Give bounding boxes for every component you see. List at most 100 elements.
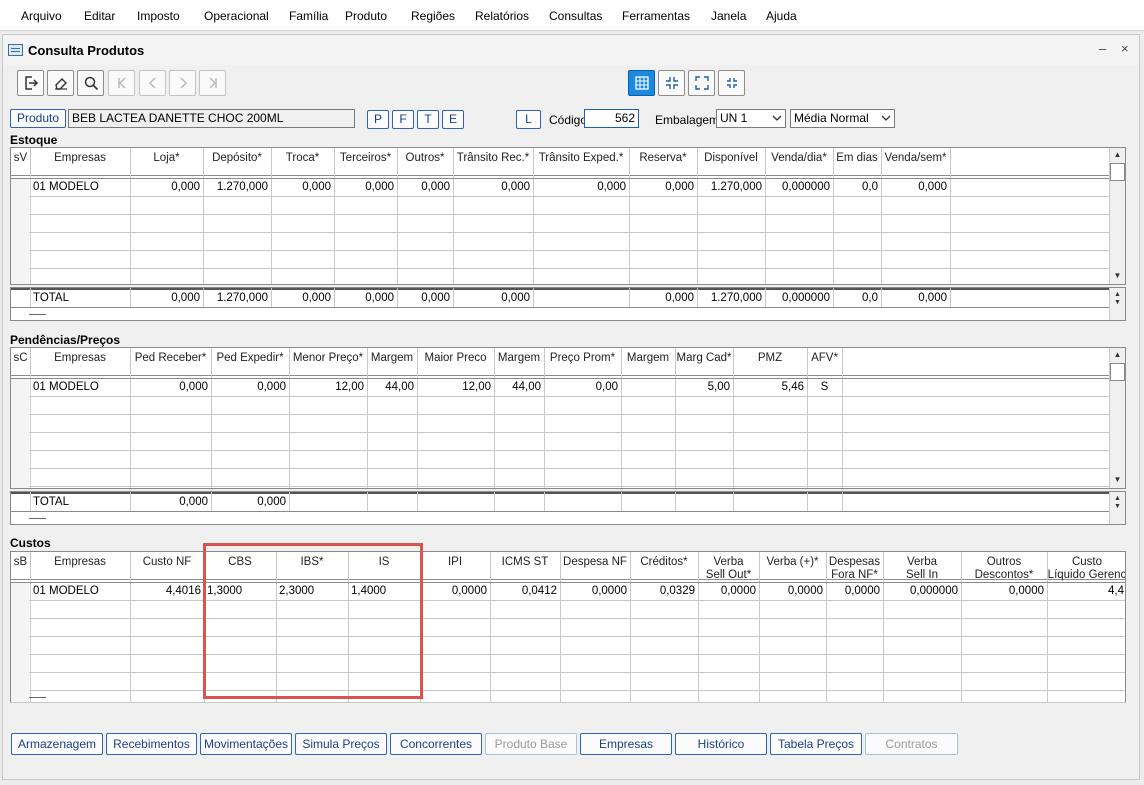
custos-column-header[interactable]: Verba (+)*	[759, 552, 826, 582]
custos-column-header[interactable]: Empresas	[30, 552, 130, 582]
collapse-button[interactable]	[658, 70, 685, 96]
pendencias-column-header[interactable]: PMZ	[733, 348, 807, 378]
menu-regioes[interactable]: Regiões	[411, 9, 455, 23]
bottom-button-armazenagem[interactable]: Armazenagem	[11, 733, 103, 755]
close-button[interactable]: ×	[1121, 41, 1129, 56]
scroll-down-icon[interactable]: ▼	[1110, 473, 1125, 487]
estoque-column-header[interactable]: Outros*	[397, 148, 453, 178]
pendencias-column-header[interactable]: sC	[11, 348, 30, 378]
menu-ajuda[interactable]: Ajuda	[766, 9, 797, 23]
estoque-column-header[interactable]: Empresas	[30, 148, 130, 178]
estoque-column-header[interactable]: Trânsito Rec.*	[453, 148, 533, 178]
scroll-thumb[interactable]	[1110, 163, 1125, 181]
bottom-button-simula-pre-os[interactable]: Simula Preços	[295, 733, 387, 755]
pendencias-column-header[interactable]: Preço Prom*	[544, 348, 621, 378]
menu-arquivo[interactable]: Arquivo	[21, 9, 62, 23]
menu-imposto[interactable]: Imposto	[137, 9, 180, 23]
next-page-button[interactable]	[169, 70, 196, 96]
pendencias-scrollbar[interactable]: ▲ ▼	[1109, 348, 1125, 488]
estoque-column-header[interactable]: Terceiros*	[334, 148, 397, 178]
bottom-button-empresas[interactable]: Empresas	[580, 733, 672, 755]
shrink-button[interactable]	[718, 70, 745, 96]
total-stepper[interactable]: ▲ ▼	[1109, 492, 1125, 524]
horizontal-scroll-indicator[interactable]	[29, 697, 46, 698]
search-button[interactable]	[77, 70, 104, 96]
estoque-column-header[interactable]: Loja*	[130, 148, 203, 178]
menu-ferramentas[interactable]: Ferramentas	[622, 9, 690, 23]
pendencias-column-header[interactable]: Empresas	[30, 348, 130, 378]
custos-column-header[interactable]: IPI	[420, 552, 490, 582]
horizontal-scroll-indicator[interactable]	[29, 314, 46, 315]
first-page-button[interactable]	[108, 70, 135, 96]
custos-column-header[interactable]: Despesa NF	[560, 552, 630, 582]
eraser-button[interactable]	[47, 70, 74, 96]
bottom-button-recebimentos[interactable]: Recebimentos	[106, 733, 197, 755]
custos-column-header[interactable]: Custo NF	[130, 552, 204, 582]
custos-column-header[interactable]: sB	[11, 552, 30, 582]
embalagem-select[interactable]: UN 1	[716, 109, 786, 128]
produto-button[interactable]: Produto	[10, 109, 66, 128]
scroll-up-icon[interactable]: ▲	[1110, 148, 1125, 162]
bottom-button-tabela-pre-os[interactable]: Tabela Preços	[770, 733, 862, 755]
table-row[interactable]: 01 MODELO 4,4016 1,3000 2,3000 1,4000 0,0000 0…	[11, 583, 1125, 601]
estoque-column-header[interactable]: Troca*	[271, 148, 334, 178]
custos-column-header[interactable]: Outros Descontos*	[961, 552, 1047, 582]
pendencias-column-header[interactable]: Marg Cad*	[675, 348, 733, 378]
menu-editar[interactable]: Editar	[84, 9, 115, 23]
menu-relatorios[interactable]: Relatórios	[475, 9, 529, 23]
bottom-button-contratos[interactable]: Contratos	[865, 733, 958, 755]
product-description-field[interactable]: BEB LACTEA DANETTE CHOC 200ML	[68, 109, 355, 128]
minimize-button[interactable]: –	[1099, 41, 1106, 56]
custos-grid[interactable]: sB Empresas Custo NF CBS IBS* IS IPI ICMS ST Des…	[10, 551, 1126, 703]
total-stepper[interactable]: ▲ ▼	[1109, 288, 1125, 320]
pendencias-column-header[interactable]: Margem	[494, 348, 544, 378]
bottom-button-concorrentes[interactable]: Concorrentes	[390, 733, 482, 755]
estoque-column-header[interactable]: Depósito*	[203, 148, 271, 178]
pendencias-column-header[interactable]: Ped Expedir*	[211, 348, 289, 378]
custos-column-header[interactable]: Custo Líquido Gerenc	[1047, 552, 1125, 582]
codigo-input[interactable]: 562	[584, 109, 639, 128]
custos-column-header[interactable]: ICMS ST	[490, 552, 560, 582]
exit-button[interactable]	[17, 70, 44, 96]
media-select[interactable]: Média Normal	[790, 109, 895, 128]
scroll-down-icon[interactable]: ▼	[1110, 269, 1125, 283]
menu-produto[interactable]: Produto	[345, 9, 387, 23]
horizontal-scroll-indicator[interactable]	[29, 518, 46, 519]
l-button[interactable]: L	[516, 110, 541, 129]
filter-t-button[interactable]: T	[417, 110, 439, 129]
table-row[interactable]: 01 MODELO 0,000 1.270,000 0,000 0,000 0,000 0,…	[11, 179, 1111, 197]
pendencias-column-header[interactable]: AFV*	[807, 348, 842, 378]
custos-column-header[interactable]: Verba Sell In	[883, 552, 961, 582]
pendencias-column-header[interactable]: Menor Preço*	[289, 348, 367, 378]
pendencias-column-header[interactable]: Ped Receber*	[130, 348, 211, 378]
menu-operacional[interactable]: Operacional	[204, 9, 269, 23]
bottom-button-hist-rico[interactable]: Histórico	[675, 733, 767, 755]
prev-page-button[interactable]	[139, 70, 166, 96]
table-row[interactable]: 01 MODELO 0,000 0,000 12,00 44,00 12,00 44,00 0…	[11, 379, 1111, 397]
custos-column-header[interactable]: Despesas Fora NF*	[826, 552, 883, 582]
estoque-column-header[interactable]: Venda/dia*	[765, 148, 833, 178]
estoque-column-header[interactable]: Venda/sem*	[881, 148, 950, 178]
pendencias-grid[interactable]: sC Empresas Ped Receber* Ped Expedir* Menor …	[10, 347, 1126, 489]
estoque-column-header[interactable]: Trânsito Exped.*	[533, 148, 629, 178]
estoque-grid[interactable]: sV Empresas Loja* Depósito* Troca* Terceiros*…	[10, 147, 1126, 285]
scroll-thumb[interactable]	[1110, 363, 1125, 381]
estoque-column-header[interactable]: Em dias	[833, 148, 881, 178]
last-page-button[interactable]	[199, 70, 226, 96]
pendencias-column-header[interactable]: Margem	[621, 348, 675, 378]
bottom-button-produto-base[interactable]: Produto Base	[485, 733, 577, 755]
filter-f-button[interactable]: F	[392, 110, 414, 129]
scroll-up-icon[interactable]: ▲	[1110, 348, 1125, 362]
filter-p-button[interactable]: P	[367, 110, 389, 129]
estoque-column-header[interactable]: Reserva*	[629, 148, 697, 178]
menu-janela[interactable]: Janela	[711, 9, 746, 23]
pendencias-column-header[interactable]: Maior Preco	[417, 348, 494, 378]
filter-e-button[interactable]: E	[442, 110, 464, 129]
custos-column-header[interactable]: Verba Sell Out*	[698, 552, 759, 582]
bottom-button-movimenta-es[interactable]: Movimentações	[200, 733, 292, 755]
custos-column-header[interactable]: Créditos*	[630, 552, 698, 582]
grid-view-button[interactable]	[628, 70, 655, 96]
menu-consultas[interactable]: Consultas	[549, 9, 602, 23]
estoque-column-header[interactable]: sV	[11, 148, 30, 178]
estoque-scrollbar[interactable]: ▲ ▼	[1109, 148, 1125, 284]
